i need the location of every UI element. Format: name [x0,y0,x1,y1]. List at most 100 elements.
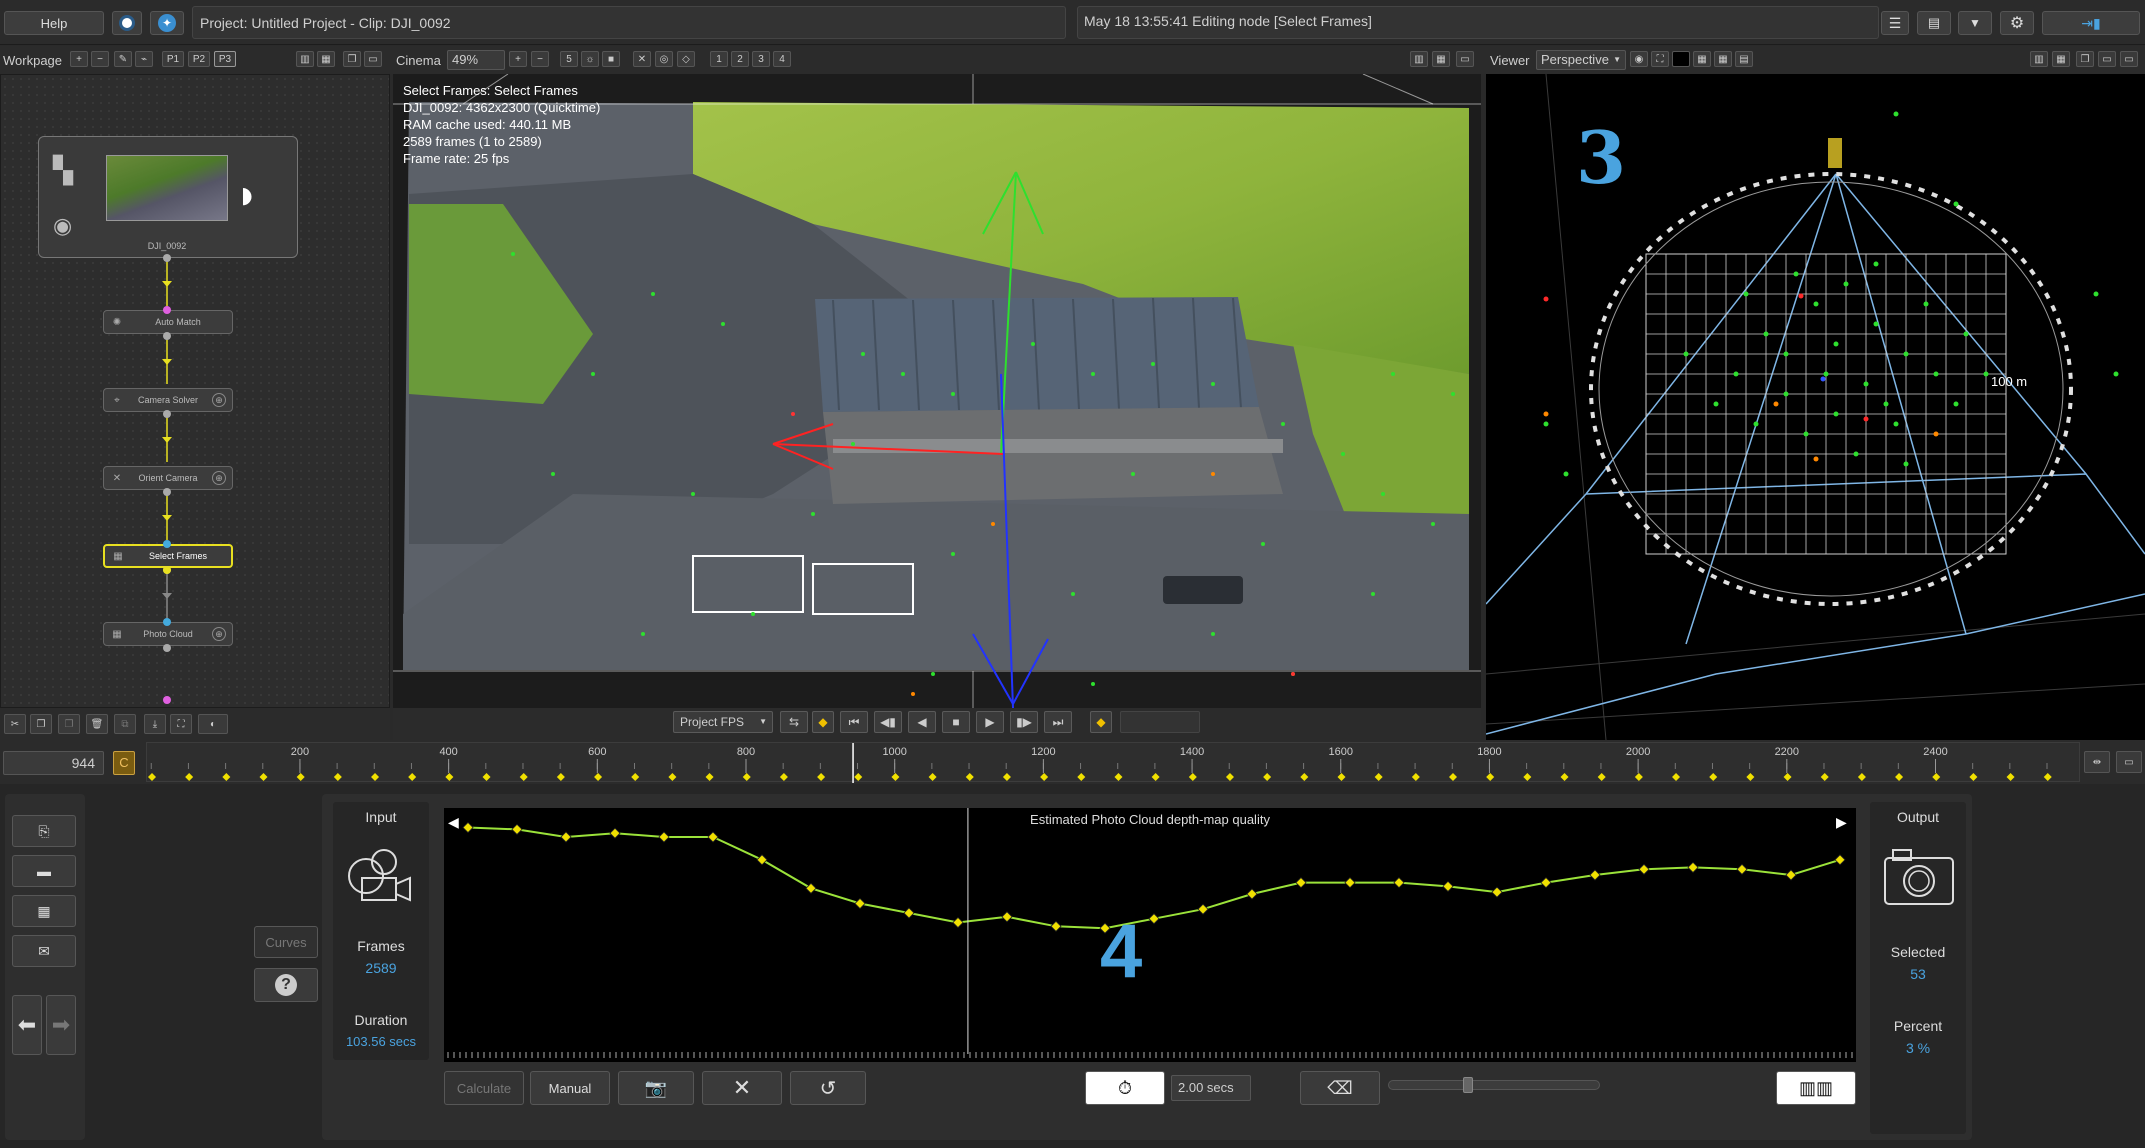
help-button[interactable]: Help [4,11,104,35]
timeline-keyframe[interactable] [1709,773,1718,781]
threshold-slider[interactable] [1388,1077,1600,1093]
cinema-layout-icon-1[interactable]: ▥ [1410,51,1428,67]
quality-point[interactable] [1638,863,1650,875]
graph-scroll-right-icon[interactable]: ▶ [1836,814,1847,831]
quality-point[interactable] [1197,903,1209,915]
workpage-layout-icon-2[interactable]: ▦ [317,51,335,67]
zoom-field[interactable]: 49% [447,50,505,70]
dropdown-icon[interactable]: ▼ [1958,11,1992,35]
cinema-layout-icon-2[interactable]: ▦ [1432,51,1450,67]
loop-icon[interactable]: ⇆ [780,711,808,733]
key-next-icon[interactable]: ◆ [1090,711,1112,733]
calculate-button[interactable]: Calculate [444,1071,524,1105]
frame-field[interactable] [1120,711,1200,733]
quality-point[interactable] [1540,877,1552,889]
black-swatch-icon[interactable] [1672,51,1690,67]
timeline-keyframe[interactable] [1857,773,1866,781]
view-1-button[interactable]: 1 [710,51,728,67]
timeline-keyframe[interactable] [1597,773,1606,781]
trash-icon[interactable]: 🗑 [86,714,108,734]
viewer-tool-2[interactable]: ⛶ [1651,51,1669,67]
timeline-keyframe[interactable] [1002,773,1011,781]
play-back-icon[interactable]: ◀ [908,711,936,733]
viewer-tool-5[interactable]: ▦ [1714,51,1732,67]
quality-point[interactable] [1344,877,1356,889]
timeline-keyframe[interactable] [222,773,231,781]
quality-point[interactable] [1491,886,1503,898]
curves-button[interactable]: Curves [254,926,318,958]
run-icon[interactable]: ⇥▮ [2042,11,2140,35]
reset-icon[interactable]: ↺ [790,1071,866,1105]
forward-arrow-icon[interactable]: ➡ [46,995,76,1055]
last-frame-icon[interactable]: ⏭ [1044,711,1072,733]
timeline-keyframe[interactable] [1411,773,1420,781]
slider-thumb[interactable] [1463,1077,1473,1093]
workpage-layout-icon-3[interactable]: ❐ [343,51,361,67]
timeline-keyframe[interactable] [185,773,194,781]
key-prev-icon[interactable]: ◆ [812,711,834,733]
link-icon[interactable]: ⌁ [135,51,153,67]
timeline-keyframe[interactable] [482,773,491,781]
timeline-keyframe[interactable] [891,773,900,781]
timeline-keyframe[interactable] [928,773,937,781]
timeline-keyframe[interactable] [148,773,156,781]
timeline-keyframe[interactable] [1225,773,1234,781]
first-frame-icon[interactable]: ⏮ [840,711,868,733]
timeline-keyframe[interactable] [296,773,305,781]
quality-point[interactable] [903,907,915,919]
timeline-keyframe[interactable] [1449,773,1458,781]
accessibility-icon[interactable]: ✦ [150,11,184,35]
cache-button[interactable]: C [113,751,135,775]
filmstrip-icon[interactable]: ▭ [2116,751,2142,773]
fit-icon[interactable]: ⛶ [170,714,192,734]
add-camera-icon[interactable]: 📷 [618,1071,694,1105]
step-forward-icon[interactable]: ▮▶ [1010,711,1038,733]
timeline-keyframe[interactable] [1746,773,1755,781]
step-back-icon[interactable]: ◀▮ [874,711,902,733]
timeline-keyframe[interactable] [854,773,863,781]
timeline-keyframe[interactable] [1672,773,1681,781]
play-icon[interactable]: ▶ [976,711,1004,733]
square-icon[interactable]: ■ [602,51,620,67]
timeline-keyframe[interactable] [1077,773,1086,781]
graph-scroll-left-icon[interactable]: ◀ [448,814,459,831]
clips-tool[interactable]: ⎘ [12,815,76,847]
viewer-layout-icon-4[interactable]: ▭ [2098,51,2116,67]
help-icon[interactable]: ? [254,968,318,1002]
user-icon[interactable] [112,11,142,35]
timeline-keyframe[interactable] [1188,773,1197,781]
timeline-keyframe[interactable] [1263,773,1272,781]
cinema-tool-5[interactable]: 5 [560,51,578,67]
gear-icon[interactable]: ⚙ [2000,11,2034,35]
stop-icon[interactable]: ■ [942,711,970,733]
interval-field[interactable]: 2.00 secs [1171,1075,1251,1101]
view-4-button[interactable]: 4 [773,51,791,67]
timeline-keyframe[interactable] [1634,773,1643,781]
timeline-tool[interactable]: ▬ [12,855,76,887]
viewer-tool-4[interactable]: ▦ [1693,51,1711,67]
cinema-view[interactable]: Select Frames: Select Frames DJI_0092: 4… [393,74,1481,708]
import-icon[interactable]: ⤓ [144,714,166,734]
viewer-tool-1[interactable]: ◉ [1630,51,1648,67]
layout-icon[interactable]: ▤ [1917,11,1951,35]
timeline-keyframe[interactable] [333,773,342,781]
quality-point[interactable] [1687,861,1699,873]
viewer-mode-select[interactable]: Perspective ▼ [1536,50,1626,70]
timeline-keyframe[interactable] [371,773,380,781]
timer-icon[interactable]: ⏱ [1085,1071,1165,1105]
timeline-track[interactable]: 200 400 600 800 1000 1200 1400 1600 1800 2000 2200… [146,742,2080,783]
marker-tool-icon[interactable]: ◇ [677,51,695,67]
quality-point[interactable] [805,882,817,894]
viewer-layout-icon-2[interactable]: ▦ [2052,51,2070,67]
quality-point[interactable] [756,854,768,866]
edit-icon[interactable]: ✎ [114,51,132,67]
quality-point[interactable] [1001,911,1013,923]
back-arrow-icon[interactable]: ⬅ [12,995,42,1055]
timeline-keyframe[interactable] [259,773,268,781]
timeline-keyframe[interactable] [1895,773,1904,781]
zoom-in-icon[interactable]: + [509,51,527,67]
cinema-layout-icon-3[interactable]: ▭ [1456,51,1474,67]
timeline-keyframe[interactable] [668,773,677,781]
quality-point[interactable] [658,831,670,843]
workpage-layout-icon-1[interactable]: ▥ [296,51,314,67]
